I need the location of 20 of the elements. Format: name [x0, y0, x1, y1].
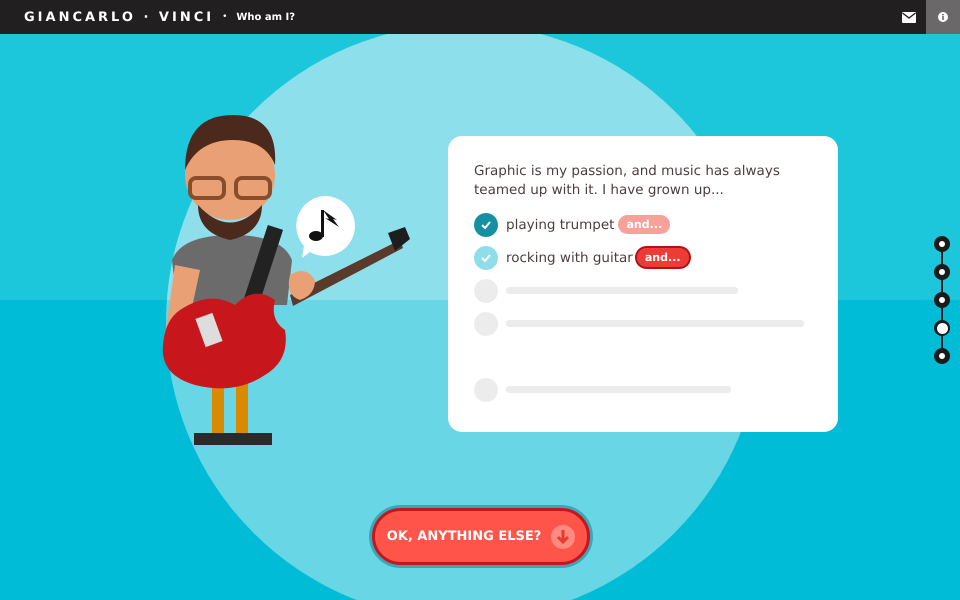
nav-dot[interactable] [934, 348, 950, 364]
nav-dot[interactable] [934, 292, 950, 308]
answer-text: rocking with guitar [506, 250, 633, 266]
separator: • [222, 12, 228, 22]
anything-else-button[interactable]: OK, ANYTHING ELSE? [372, 508, 590, 565]
checkbox[interactable] [474, 246, 498, 270]
brand-name: GIANCARLO · VINCI [24, 10, 214, 24]
nav-dot[interactable] [934, 264, 950, 280]
info-button[interactable] [926, 0, 960, 34]
page-subtitle: Who am I? [236, 12, 296, 22]
checkbox[interactable] [474, 212, 498, 236]
intro-text: Graphic is my passion, and music has always teamed up with it. I have grown up... [474, 162, 781, 200]
nav-dot[interactable] [934, 236, 950, 252]
info-icon [938, 12, 948, 22]
answer-text: playing trumpet [506, 216, 614, 232]
nav-dot[interactable] [934, 320, 950, 336]
envelope-icon [902, 12, 916, 22]
arrow-down-icon [551, 524, 576, 548]
and-button[interactable]: and... [618, 215, 670, 234]
and-button[interactable]: and... [636, 248, 689, 267]
